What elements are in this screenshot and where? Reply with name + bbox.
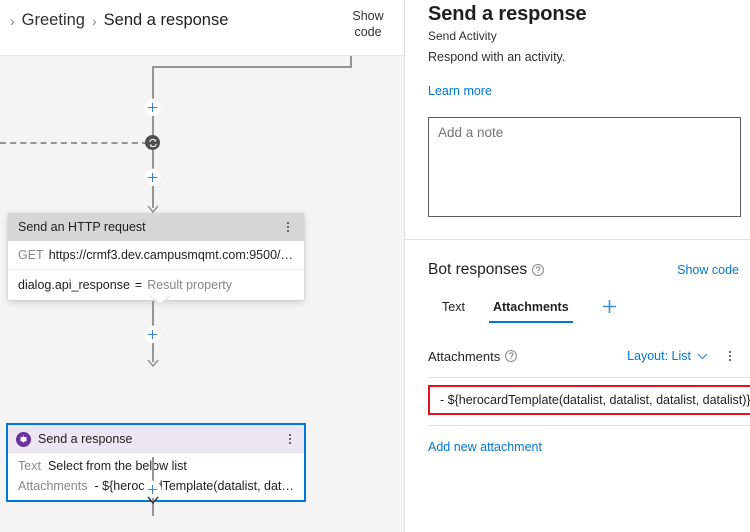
plus-icon xyxy=(148,485,157,494)
connector-segment xyxy=(152,301,154,326)
plus-icon xyxy=(148,103,157,112)
show-code-button[interactable]: Show code xyxy=(345,8,391,40)
arrow-head-icon xyxy=(147,496,159,505)
plus-icon xyxy=(602,300,616,313)
chevron-right-icon: › xyxy=(10,12,15,29)
bot-responses-heading: Bot responses ? xyxy=(428,261,545,279)
row-label: Attachments xyxy=(18,479,88,493)
breadcrumb-item-send-a-response[interactable]: Send a response xyxy=(104,11,229,30)
flow-canvas-pane: › Greeting › Send a response Show code S… xyxy=(0,0,405,532)
breadcrumb: › Greeting › Send a response xyxy=(10,11,228,30)
bot-response-icon xyxy=(16,431,31,447)
note-textarea[interactable] xyxy=(428,117,741,217)
refresh-glyph xyxy=(148,138,157,147)
connector-segment xyxy=(152,150,154,169)
attachment-value: - ${herocardTemplate(datalist, datalist,… xyxy=(440,393,750,407)
tab-attachments[interactable]: Attachments xyxy=(479,297,583,323)
attachment-item-highlighted[interactable]: - ${herocardTemplate(datalist, datalist,… xyxy=(428,385,750,415)
plus-icon xyxy=(148,173,157,182)
response-tabs: Text Attachments xyxy=(428,297,628,324)
loop-connector-horizontal xyxy=(152,66,352,68)
chat-glyph xyxy=(20,434,27,443)
help-icon[interactable]: ? xyxy=(532,264,545,276)
bot-responses-text: Bot responses xyxy=(428,261,528,278)
property-equals: = xyxy=(134,278,143,292)
row-value: - ${herocardTemplate(datalist, datalist.… xyxy=(94,479,296,493)
panel-divider xyxy=(428,377,750,378)
flow-node-send-http-request[interactable]: Send an HTTP request GET https://crmf3.d… xyxy=(8,213,304,303)
connector-segment xyxy=(152,457,154,481)
plus-icon xyxy=(148,330,157,339)
http-url: https://crmf3.dev.campusmqmt.com:9500/ds… xyxy=(48,248,296,262)
add-node-button[interactable] xyxy=(144,326,161,343)
panel-subtitle: Send Activity xyxy=(428,29,497,43)
property-key: dialog.api_response xyxy=(18,278,130,292)
connector-segment xyxy=(152,116,154,135)
loop-dashed-connector xyxy=(0,142,148,144)
property-panel: Send a response Send Activity Respond wi… xyxy=(405,0,750,532)
kebab-menu-icon[interactable] xyxy=(722,347,738,365)
property-value: Result property xyxy=(147,278,232,292)
page-title: Send a response xyxy=(428,3,587,25)
node-title: Send a response xyxy=(38,432,133,446)
http-method: GET xyxy=(18,248,44,262)
help-icon[interactable]: ? xyxy=(505,350,518,362)
node-header: Send an HTTP request xyxy=(8,213,304,241)
breadcrumb-item-greeting[interactable]: Greeting xyxy=(22,11,85,30)
app-root: › Greeting › Send a response Show code S… xyxy=(0,0,750,532)
loop-icon[interactable] xyxy=(145,135,160,150)
layout-dropdown-label: Layout: List xyxy=(627,349,691,363)
breadcrumb-bar: › Greeting › Send a response Show code xyxy=(0,0,405,56)
arrow-head-icon xyxy=(147,359,159,368)
dialog-flow-canvas[interactable]: Send an HTTP request GET https://crmf3.d… xyxy=(0,56,405,532)
show-code-line-2: code xyxy=(354,25,382,39)
add-tab-button[interactable] xyxy=(583,297,628,324)
show-code-line-1: Show xyxy=(352,9,384,23)
panel-divider xyxy=(405,239,750,240)
add-new-attachment-link[interactable]: Add new attachment xyxy=(428,440,542,454)
panel-description: Respond with an activity. xyxy=(428,50,566,64)
layout-dropdown[interactable]: Layout: List xyxy=(627,349,708,363)
panel-divider xyxy=(428,425,750,426)
node-text-row: Text Select from the below list xyxy=(8,453,304,476)
attachments-section-header: Attachments ? Layout: List xyxy=(428,347,738,365)
connector-segment xyxy=(152,66,154,99)
kebab-menu-icon[interactable] xyxy=(280,218,296,236)
node-url-row: GET https://crmf3.dev.campusmqmt.com:950… xyxy=(8,241,304,270)
add-node-button[interactable] xyxy=(144,169,161,186)
node-title: Send an HTTP request xyxy=(18,220,146,234)
chevron-down-icon xyxy=(697,353,708,359)
show-code-link[interactable]: Show code xyxy=(677,263,739,277)
node-header: Send a response xyxy=(8,425,304,453)
row-value: Select from the below list xyxy=(47,459,187,473)
add-node-button[interactable] xyxy=(144,99,161,116)
chevron-right-icon: › xyxy=(91,12,97,29)
attachments-label: Attachments xyxy=(428,348,501,364)
kebab-menu-icon[interactable] xyxy=(282,430,298,448)
learn-more-link[interactable]: Learn more xyxy=(428,84,492,98)
attachments-label-group: Attachments ? xyxy=(428,348,518,364)
tab-text[interactable]: Text xyxy=(428,297,479,323)
row-label: Text xyxy=(18,459,41,473)
